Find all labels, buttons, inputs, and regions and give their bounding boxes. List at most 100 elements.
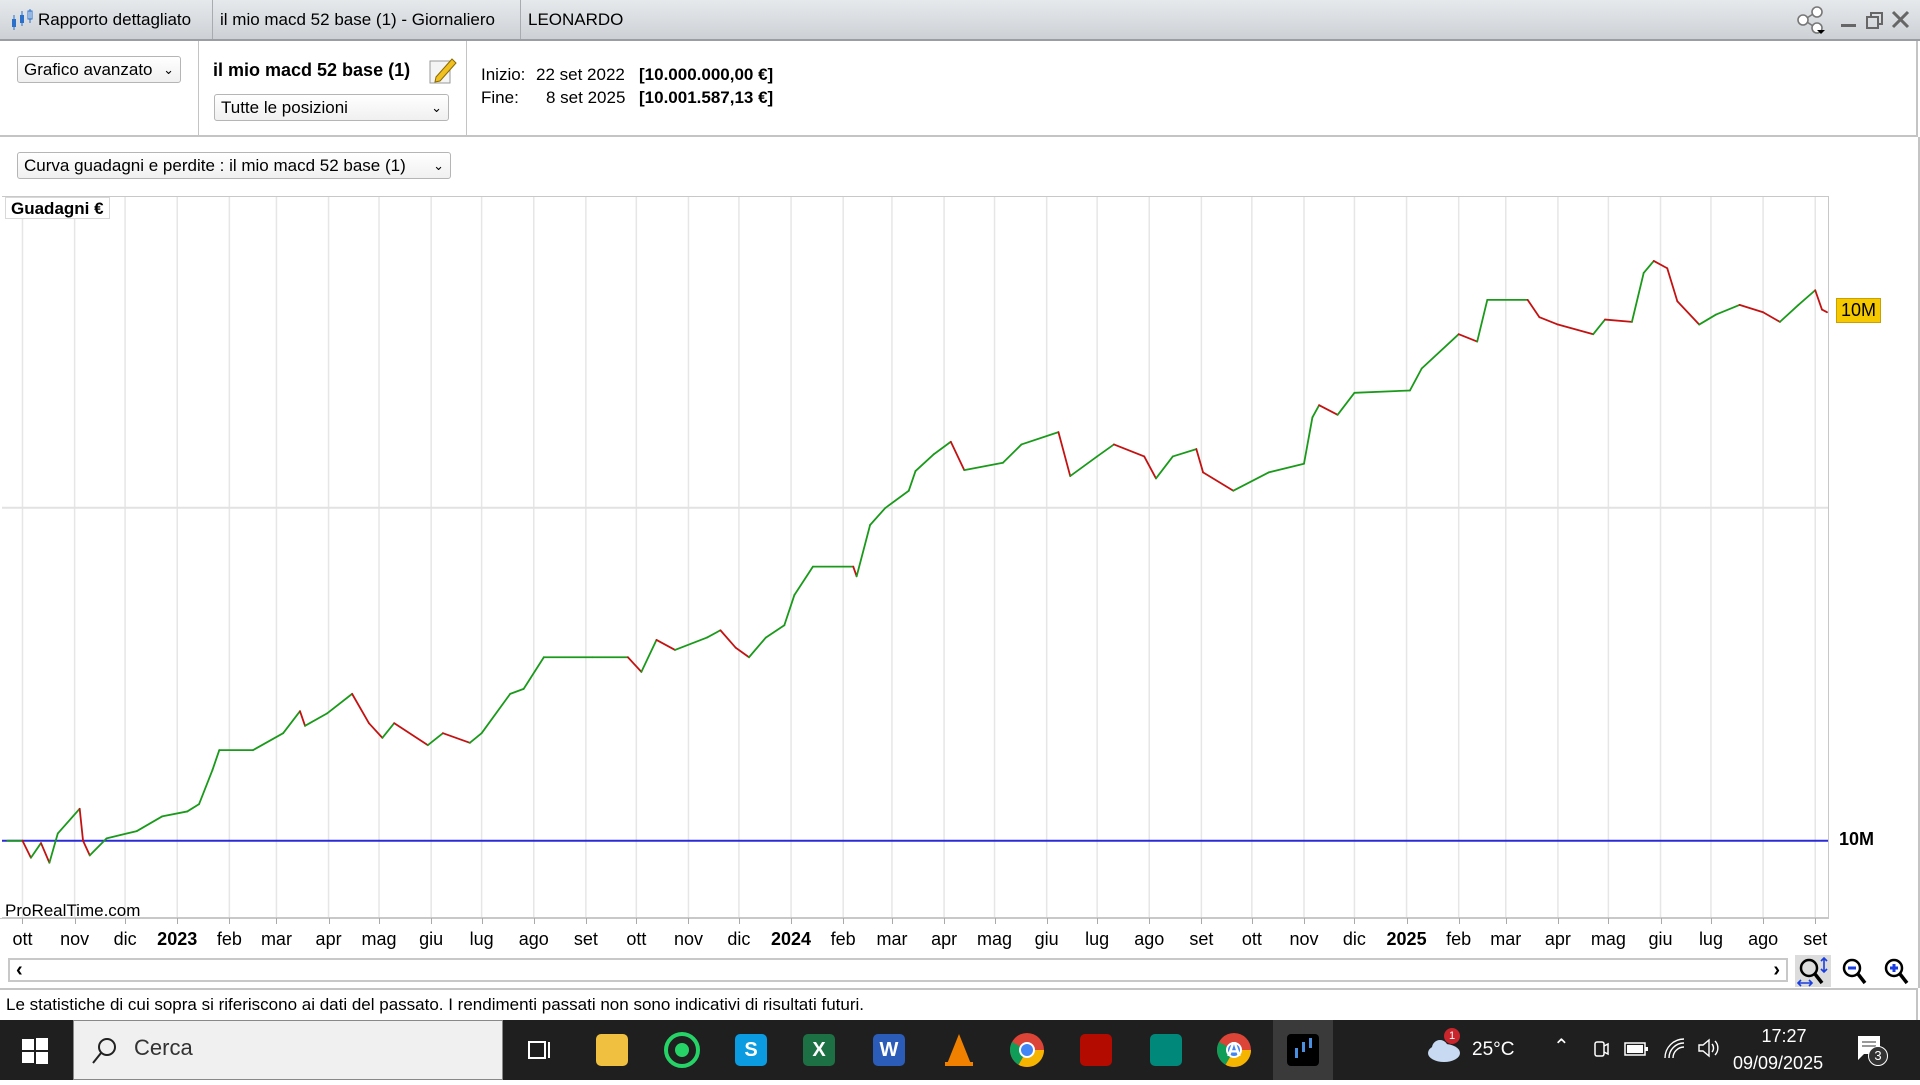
windows-start-icon[interactable] (22, 1038, 48, 1064)
clock-date[interactable]: 09/09/2025 (1733, 1053, 1823, 1074)
x-tick-label: lug (469, 929, 494, 949)
horizontal-scrollbar[interactable]: ‹ › (8, 958, 1788, 982)
volume-icon[interactable] (1696, 1036, 1720, 1060)
equity-segment (1698, 313, 1717, 326)
taskbar-search-box[interactable]: Cerca (73, 1020, 503, 1080)
equity-segment (1318, 404, 1339, 416)
x-tick (74, 918, 76, 924)
view-select[interactable]: Grafico avanzato ⌄ (17, 56, 181, 83)
equity-segment (426, 732, 444, 747)
x-tick (1505, 918, 1507, 924)
x-tick (177, 918, 179, 924)
file-explorer-icon[interactable] (592, 1030, 632, 1070)
tab-leonardo[interactable]: LEONARDO (521, 0, 630, 39)
tab-system-daily[interactable]: il mio macd 52 base (1) - Giornaliero (213, 0, 521, 39)
x-tick (891, 918, 893, 924)
zoom-in-icon[interactable] (1880, 955, 1916, 987)
chrome-icon[interactable] (1007, 1030, 1047, 1070)
chevron-up-icon[interactable]: ⌃ (1553, 1034, 1570, 1059)
x-tick-label: 2023 (157, 929, 198, 949)
x-tick-label: feb (830, 929, 856, 949)
x-tick (229, 918, 231, 924)
equity-segment (1171, 448, 1198, 458)
battery-icon[interactable] (1624, 1040, 1650, 1058)
zoom-out-icon[interactable] (1838, 955, 1874, 987)
system-name: il mio macd 52 base (1) (213, 60, 411, 80)
x-tick-label: set (573, 929, 598, 949)
zoom-fit-icon[interactable] (1795, 955, 1831, 987)
equity-segment (706, 629, 722, 639)
weather-icon[interactable]: 1 (1426, 1028, 1462, 1062)
equity-segment (1202, 471, 1235, 492)
curve-select-value: Curva guadagni e perdite : il mio macd 5… (24, 156, 406, 175)
equity-segment (105, 830, 138, 840)
end-value: [10.001.587,13 €] (639, 88, 774, 107)
whatsapp-icon[interactable] (662, 1030, 702, 1070)
baseline-label: 10M (1839, 828, 1875, 849)
equity-segment (135, 815, 163, 832)
x-tick-label: set (1803, 929, 1828, 949)
skype-icon[interactable]: S (731, 1030, 771, 1070)
divider (466, 41, 467, 137)
app-glyph: A (1226, 1039, 1242, 1061)
equity-segment (40, 842, 51, 864)
chevron-down-icon: ⌄ (433, 158, 444, 173)
equity-segment (211, 749, 221, 771)
taskbar: Cerca S X W A 1 25°C ⌃ 17:27 09/09/2025 3 (0, 1020, 1920, 1080)
equity-segment (1762, 311, 1781, 323)
x-tick (1763, 918, 1765, 924)
wifi-icon[interactable] (1662, 1036, 1686, 1060)
x-tick (1815, 918, 1817, 924)
search-icon (92, 1038, 116, 1064)
app-glyph: S (744, 1039, 758, 1061)
clock-time[interactable]: 17:27 (1756, 1026, 1812, 1047)
x-tick (276, 918, 278, 924)
share-icon[interactable] (1795, 6, 1827, 34)
weather-badge: 1 (1444, 1028, 1460, 1044)
google-meet-icon[interactable] (1146, 1030, 1186, 1070)
equity-segment (1232, 471, 1270, 492)
restore-icon[interactable] (1862, 8, 1888, 32)
word-icon[interactable]: W (869, 1030, 909, 1070)
equity-segment (783, 594, 796, 627)
scroll-left-button[interactable]: ‹ (16, 959, 23, 982)
x-tick-label: mag (977, 929, 1013, 949)
equity-segment (56, 807, 81, 835)
edit-pencil-icon[interactable] (428, 55, 458, 85)
vlc-icon[interactable] (939, 1030, 979, 1070)
close-icon[interactable] (1888, 8, 1914, 32)
x-tick-label: 2024 (771, 929, 812, 949)
x-tick-label: nov (673, 929, 703, 949)
positions-select[interactable]: Tutte le posizioni ⌄ (214, 94, 449, 121)
equity-segment (1476, 299, 1489, 343)
x-tick (688, 918, 690, 924)
prorealtime-icon[interactable] (1273, 1020, 1333, 1080)
minimize-icon[interactable] (1836, 8, 1862, 32)
equity-segment (627, 656, 643, 673)
equity-segment (299, 710, 306, 727)
curve-select[interactable]: Curva guadagni e perdite : il mio macd 5… (17, 152, 451, 179)
task-view-icon[interactable] (519, 1030, 559, 1070)
equity-segment (1821, 308, 1828, 314)
equity-segment (869, 507, 887, 526)
x-tick (379, 918, 381, 924)
equity-segment (933, 440, 952, 455)
scroll-right-button[interactable]: › (1773, 959, 1780, 982)
window-title-bar: Rapporto dettagliato il mio macd 52 base… (0, 0, 1920, 41)
equity-segment (1409, 367, 1423, 392)
equity-segment (30, 842, 42, 859)
meet-now-icon[interactable] (1592, 1038, 1610, 1062)
excel-icon[interactable]: X (799, 1030, 839, 1070)
x-axis (0, 918, 1829, 919)
notifications-icon[interactable]: 3 (1856, 1034, 1888, 1068)
start-label: Inizio: (481, 65, 526, 84)
x-tick-label: feb (216, 929, 242, 949)
equity-curve-chart[interactable] (2, 196, 1829, 918)
tab-rapporto-dettagliato[interactable]: Rapporto dettagliato (0, 0, 213, 39)
x-tick (994, 918, 996, 924)
chrome-profile-icon[interactable]: A (1214, 1030, 1254, 1070)
equity-segment (1267, 462, 1305, 474)
equity-segment (442, 732, 471, 744)
equity-segment (351, 692, 370, 725)
acrobat-icon[interactable] (1076, 1030, 1116, 1070)
